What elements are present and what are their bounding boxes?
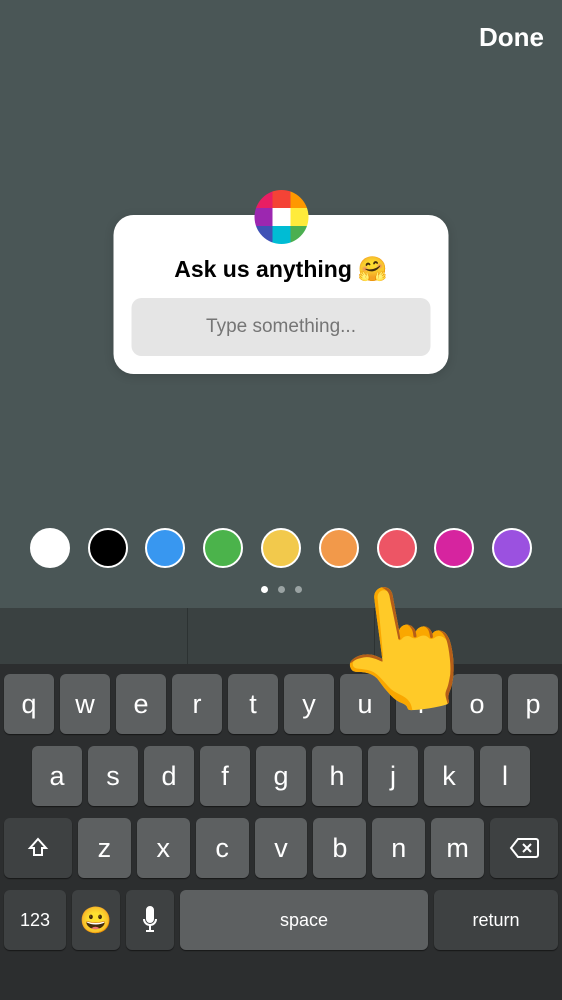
key-r[interactable]: r xyxy=(172,674,222,734)
suggestion-slot[interactable] xyxy=(187,608,375,664)
key-a[interactable]: a xyxy=(32,746,82,806)
color-swatch-6[interactable] xyxy=(377,528,417,568)
keyboard: qwertyuiop asdfghjkl zxcvbnm 123 😀 space… xyxy=(0,664,562,1000)
color-swatch-5[interactable] xyxy=(319,528,359,568)
key-l[interactable]: l xyxy=(480,746,530,806)
space-key[interactable]: space xyxy=(180,890,428,950)
mic-icon xyxy=(140,906,160,934)
key-z[interactable]: z xyxy=(78,818,131,878)
suggestion-slot[interactable] xyxy=(374,608,562,664)
page-dots xyxy=(0,586,562,593)
key-n[interactable]: n xyxy=(372,818,425,878)
question-sticker[interactable]: Ask us anything 🤗 xyxy=(114,215,449,374)
key-g[interactable]: g xyxy=(256,746,306,806)
keyboard-row-3: zxcvbnm xyxy=(4,818,558,878)
color-swatch-7[interactable] xyxy=(434,528,474,568)
key-k[interactable]: k xyxy=(424,746,474,806)
color-swatch-4[interactable] xyxy=(261,528,301,568)
key-w[interactable]: w xyxy=(60,674,110,734)
prompt-text: Ask us anything xyxy=(174,256,352,283)
keyboard-row-2: asdfghjkl xyxy=(4,746,558,806)
page-dot[interactable] xyxy=(295,586,302,593)
key-e[interactable]: e xyxy=(116,674,166,734)
numbers-key[interactable]: 123 xyxy=(4,890,66,950)
suggestion-bar xyxy=(0,608,562,664)
return-key[interactable]: return xyxy=(434,890,558,950)
header: Done xyxy=(0,0,562,75)
question-prompt[interactable]: Ask us anything 🤗 xyxy=(132,255,431,284)
key-m[interactable]: m xyxy=(431,818,484,878)
key-j[interactable]: j xyxy=(368,746,418,806)
answer-input[interactable] xyxy=(132,298,431,356)
keyboard-row-1: qwertyuiop xyxy=(4,674,558,734)
done-button[interactable]: Done xyxy=(479,22,544,53)
avatar xyxy=(254,190,308,244)
key-o[interactable]: o xyxy=(452,674,502,734)
key-u[interactable]: u xyxy=(340,674,390,734)
color-swatch-0[interactable] xyxy=(30,528,70,568)
key-h[interactable]: h xyxy=(312,746,362,806)
suggestion-slot[interactable] xyxy=(0,608,187,664)
key-p[interactable]: p xyxy=(508,674,558,734)
key-i[interactable]: i xyxy=(396,674,446,734)
key-b[interactable]: b xyxy=(313,818,366,878)
color-swatch-3[interactable] xyxy=(203,528,243,568)
color-swatch-2[interactable] xyxy=(145,528,185,568)
shift-icon xyxy=(26,836,50,860)
key-v[interactable]: v xyxy=(255,818,308,878)
keyboard-row-4: 123 😀 space return xyxy=(4,890,558,950)
color-picker xyxy=(0,528,562,568)
shift-key[interactable] xyxy=(4,818,72,878)
key-x[interactable]: x xyxy=(137,818,190,878)
mic-key[interactable] xyxy=(126,890,174,950)
key-q[interactable]: q xyxy=(4,674,54,734)
page-dot[interactable] xyxy=(261,586,268,593)
key-s[interactable]: s xyxy=(88,746,138,806)
backspace-icon xyxy=(509,837,539,859)
backspace-key[interactable] xyxy=(490,818,558,878)
key-c[interactable]: c xyxy=(196,818,249,878)
key-y[interactable]: y xyxy=(284,674,334,734)
emoji-key[interactable]: 😀 xyxy=(72,890,120,950)
hugging-face-emoji: 🤗 xyxy=(358,255,388,284)
color-swatch-8[interactable] xyxy=(492,528,532,568)
page-dot[interactable] xyxy=(278,586,285,593)
color-swatch-1[interactable] xyxy=(88,528,128,568)
key-f[interactable]: f xyxy=(200,746,250,806)
key-d[interactable]: d xyxy=(144,746,194,806)
key-t[interactable]: t xyxy=(228,674,278,734)
